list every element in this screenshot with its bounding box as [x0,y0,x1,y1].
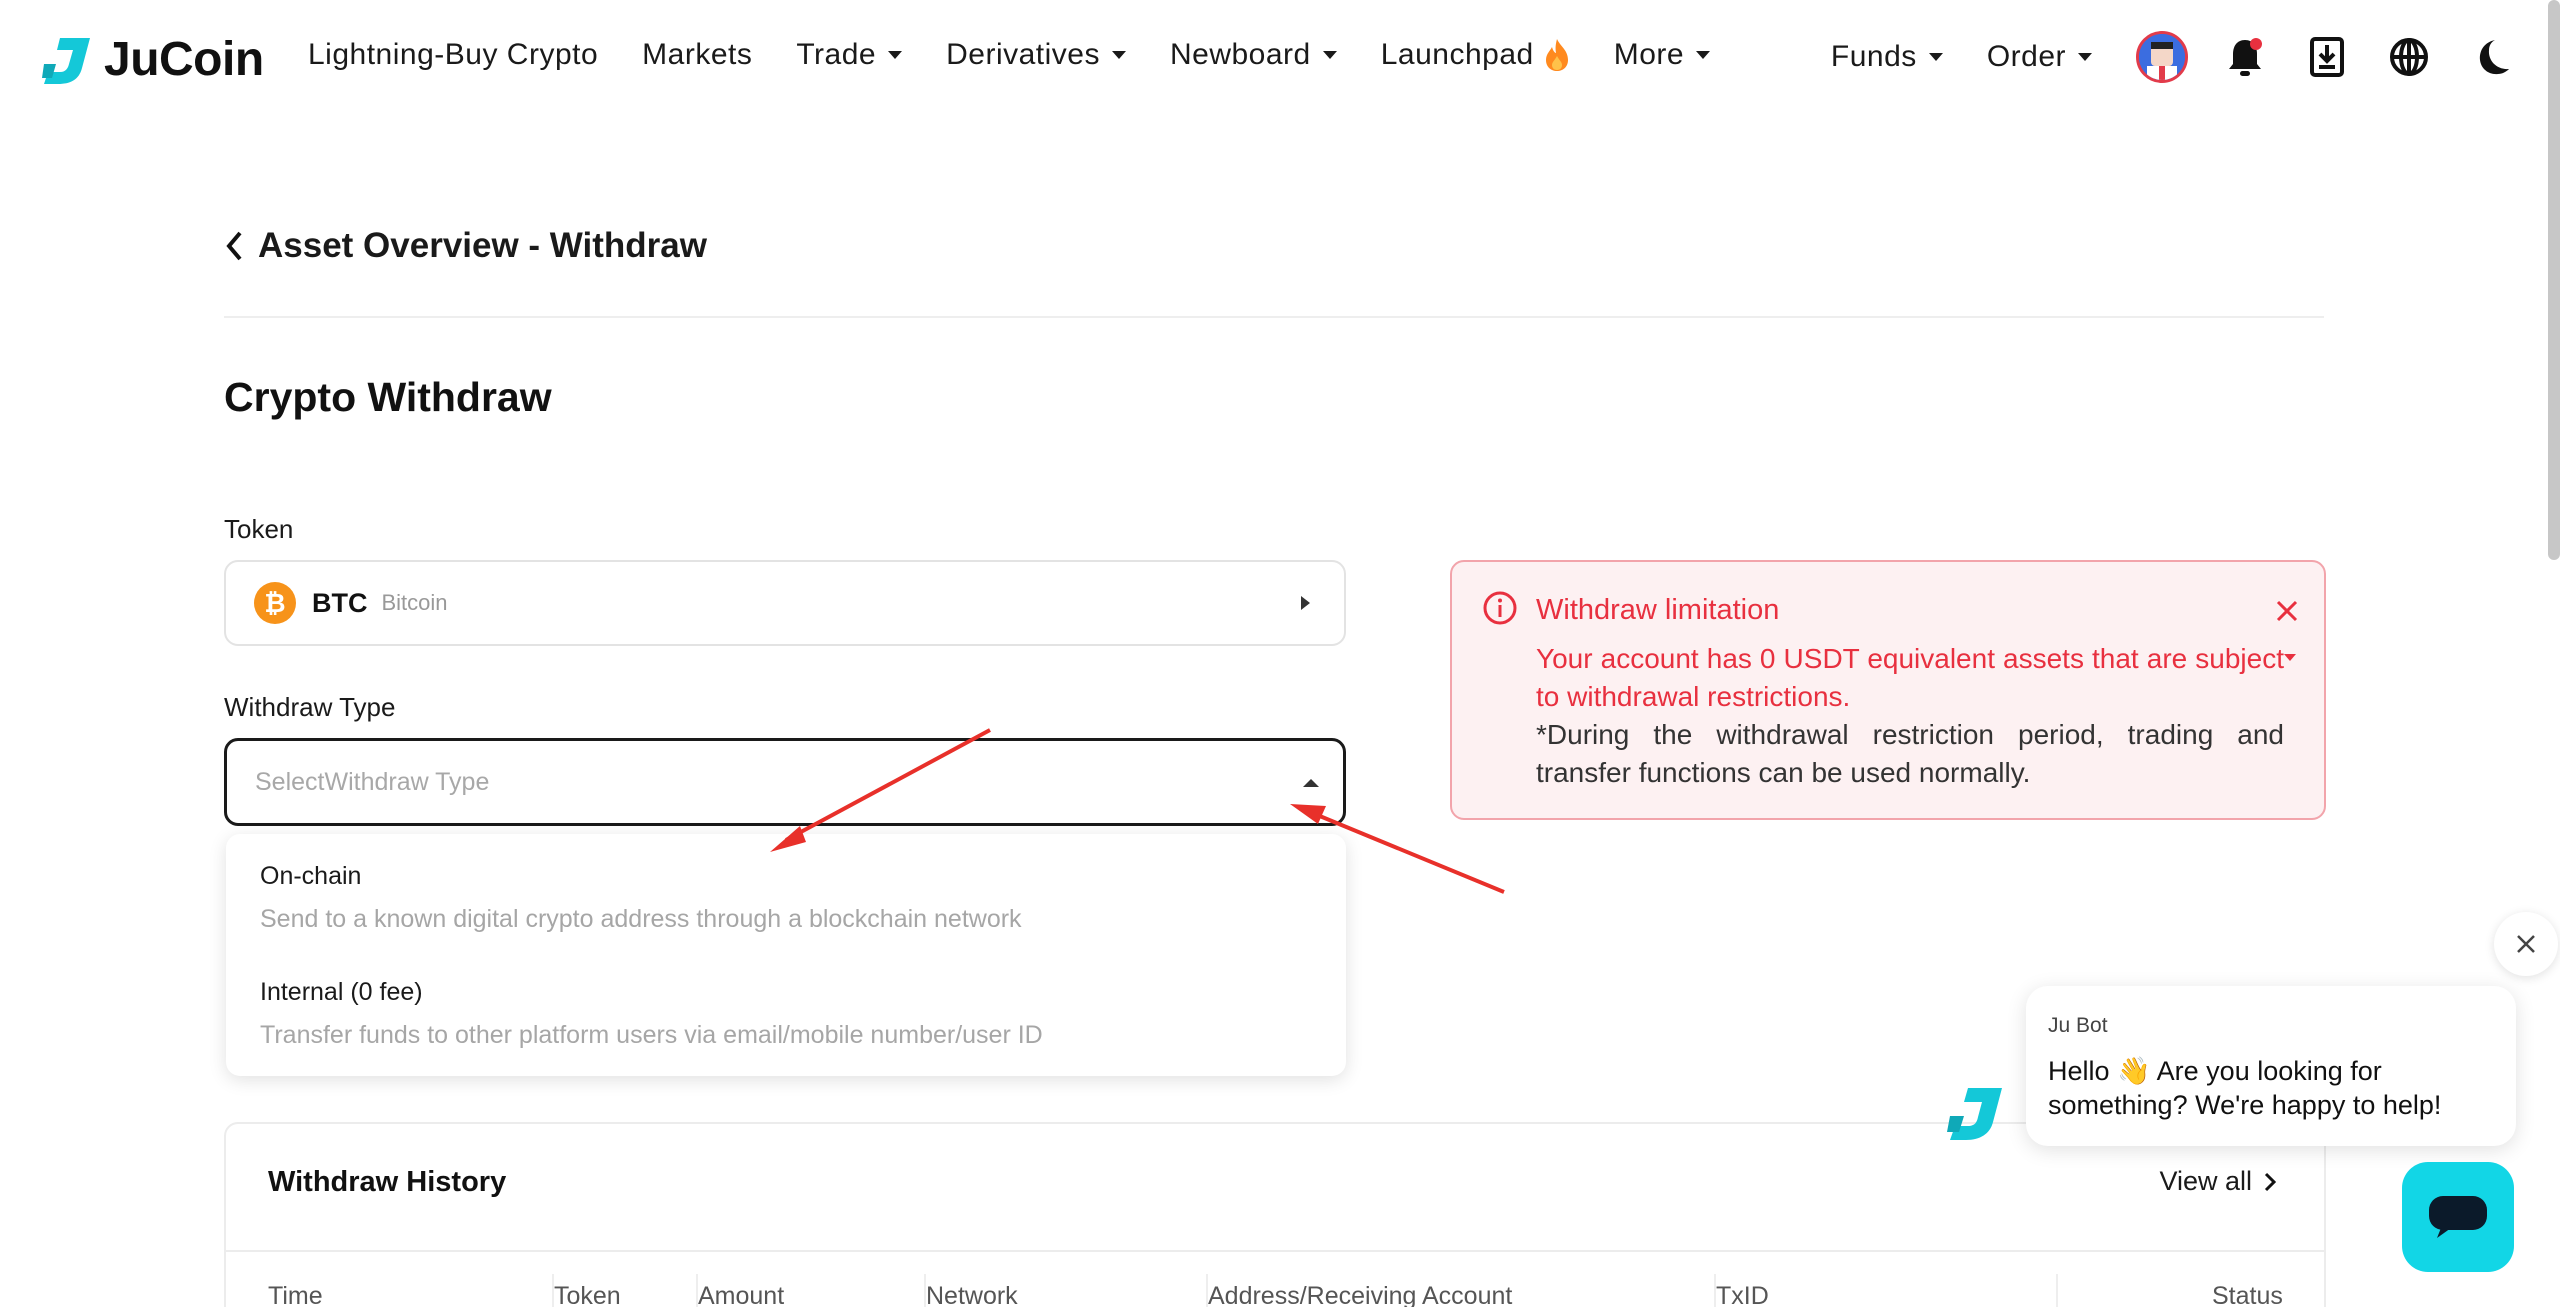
avatar-face-icon [2139,34,2185,80]
nav-lightning-buy[interactable]: Lightning-Buy Crypto [308,38,598,72]
close-icon [2517,935,2535,953]
main-nav: Lightning-Buy Crypto Markets Trade Deriv… [308,38,1754,72]
column-separator [2056,1274,2058,1307]
withdraw-limitation-alert: Withdraw limitation Your account has 0 U… [1450,560,2326,820]
token-label: Token [224,514,294,544]
withdraw-type-placeholder: SelectWithdraw Type [255,767,490,796]
chevron-right-icon [2264,1172,2276,1191]
nav-label: Derivatives [946,38,1100,71]
column-header: Address/Receiving Account [1208,1282,1513,1307]
nav-label: Lightning-Buy Crypto [308,38,599,71]
nav-trade[interactable]: Trade [796,38,903,72]
column-header: Amount [698,1282,785,1307]
bot-name: Ju Bot [2048,1014,2108,1037]
nav-funds[interactable]: Funds [1831,40,1943,74]
fire-icon [1545,39,1568,71]
option-title: Internal (0 fee) [260,978,423,1006]
option-title: On-chain [260,862,362,890]
caret-down-icon [888,51,903,59]
chat-bubble[interactable]: Ju Bot Hello 👋 Are you looking for somet… [2026,986,2516,1146]
caret-down-icon [2078,53,2092,61]
alert-title: Withdraw limitation [1536,594,1780,626]
nav-order[interactable]: Order [1987,40,2092,74]
nav-markets[interactable]: Markets [642,38,752,72]
bell-icon[interactable] [2218,30,2272,84]
caret-up-icon [1303,779,1319,787]
option-desc: Transfer funds to other platform users v… [260,1021,1043,1049]
user-avatar[interactable] [2136,31,2188,83]
nav-label: Markets [642,38,753,71]
caret-down-icon [1111,51,1126,59]
bot-message: Hello 👋 Are you looking for something? W… [2048,1056,2442,1120]
page-scrollbar[interactable] [2548,0,2560,560]
column-header: Time [268,1282,323,1307]
token-selector[interactable]: ₿ BTC Bitcoin [224,560,1346,646]
column-header: Network [926,1282,1018,1307]
jucoin-logo-icon [42,37,90,84]
nav-label: Funds [1830,40,1917,73]
brand-name: JuCoin [104,33,264,86]
nav-label: Newboard [1169,38,1311,71]
caret-down-icon [2284,654,2296,661]
caret-right-icon [1301,596,1310,610]
view-all-label: View all [2159,1166,2252,1196]
globe-icon[interactable] [2382,30,2436,84]
history-divider [226,1250,2324,1252]
token-symbol: BTC [312,587,368,618]
close-icon[interactable] [2274,598,2300,624]
info-icon [1483,591,1517,625]
page-title: Crypto Withdraw [224,374,552,420]
history-title: Withdraw History [268,1166,507,1198]
column-header: TxID [1716,1282,1769,1307]
option-internal[interactable]: Internal (0 fee) Transfer funds to other… [260,978,1043,1050]
nav-label: More [1613,38,1685,71]
top-navbar: JuCoin Lightning-Buy Crypto Markets Trad… [0,0,2560,124]
jucoin-logo[interactable]: JuCoin [40,32,264,87]
nav-label: Order [1986,40,2066,73]
token-name: Bitcoin [381,590,448,615]
caret-down-icon [1696,51,1711,59]
caret-down-icon [1928,53,1943,61]
withdraw-type-label: Withdraw Type [224,692,396,722]
jucoin-bot-icon [1947,1088,2002,1140]
option-desc: Send to a known digital crypto address t… [260,905,1022,933]
nav-derivatives[interactable]: Derivatives [946,38,1126,72]
bitcoin-icon: ₿ [254,582,296,624]
alert-note: *During the withdrawal restriction perio… [1536,719,2284,788]
nav-newboard[interactable]: Newboard [1170,38,1337,72]
header-divider [224,316,2324,318]
withdraw-type-select[interactable]: SelectWithdraw Type [224,738,1346,826]
withdraw-type-dropdown: On-chain Send to a known digital crypto … [226,834,1346,1076]
download-icon[interactable] [2300,30,2354,84]
alert-body: Your account has 0 USDT equivalent asset… [1536,643,2284,712]
nav-right: Funds Order [1831,30,2560,84]
chevron-left-icon [226,231,242,261]
breadcrumb[interactable]: Asset Overview - Withdraw [224,226,707,266]
column-header: Token [554,1282,621,1307]
nav-label: Trade [796,38,877,71]
option-on-chain[interactable]: On-chain Send to a known digital crypto … [260,862,1022,934]
chat-icon [2429,1196,2487,1238]
caret-down-icon [1322,51,1337,59]
nav-more[interactable]: More [1613,38,1711,72]
nav-label: Launchpad [1380,38,1534,71]
withdraw-history-panel: Withdraw History View all Time Token Amo… [224,1122,2326,1307]
breadcrumb-title: Asset Overview - Withdraw [258,226,707,265]
chat-launcher-button[interactable] [2402,1162,2514,1272]
nav-launchpad[interactable]: Launchpad [1381,38,1570,72]
view-all-link[interactable]: View all [2159,1166,2276,1197]
chat-close-button[interactable] [2494,912,2558,976]
moon-icon[interactable] [2464,30,2518,84]
column-header: Status [2212,1282,2283,1307]
